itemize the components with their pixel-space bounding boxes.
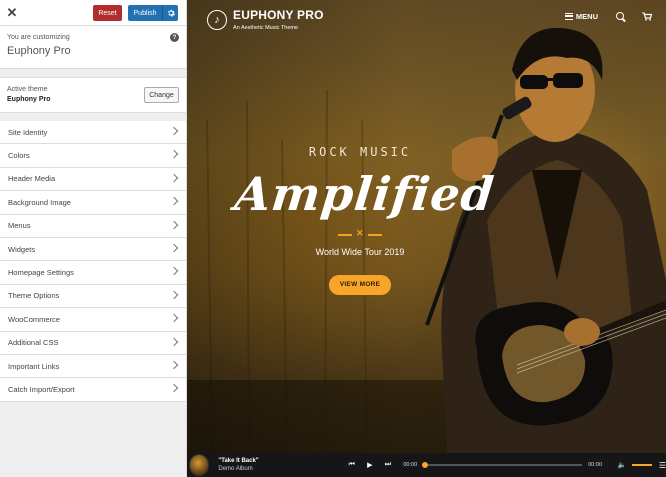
publish-group: Publish xyxy=(128,5,178,21)
chevron-right-icon xyxy=(169,337,179,346)
section-menus[interactable]: Menus xyxy=(0,215,186,238)
section-site-identity[interactable]: Site Identity xyxy=(0,121,186,145)
site-name: Euphony Pro xyxy=(7,45,71,57)
music-note-icon: ♪ xyxy=(207,9,227,30)
menu-label: MENU xyxy=(575,12,598,21)
play-icon[interactable]: ▶ xyxy=(364,461,375,469)
chevron-right-icon xyxy=(169,220,179,229)
section-background-image[interactable]: Background Image xyxy=(0,191,186,215)
reset-button[interactable]: Reset xyxy=(93,5,122,21)
track-title: "Take It Back" xyxy=(218,458,259,464)
section-label: Theme Options xyxy=(8,291,60,301)
track-album: Demo Album xyxy=(218,466,253,472)
section-colors[interactable]: Colors xyxy=(0,144,186,168)
help-icon[interactable]: ? xyxy=(170,33,179,42)
current-time: 00:00 xyxy=(403,462,418,468)
spacer xyxy=(0,113,186,121)
section-label: Widgets xyxy=(8,244,36,254)
section-header-media[interactable]: Header Media xyxy=(0,168,186,192)
section-label: Menus xyxy=(8,221,31,231)
track-info: "Take It Back" Demo Album xyxy=(218,458,310,472)
section-label: Site Identity xyxy=(8,127,48,137)
section-label: Catch Import/Export xyxy=(8,384,75,394)
volume-slider[interactable] xyxy=(631,464,652,466)
section-catch-import-export[interactable]: Catch Import/Export xyxy=(0,378,186,402)
menu-toggle-button[interactable]: MENU xyxy=(564,12,598,21)
chevron-right-icon xyxy=(169,196,179,206)
app: ✕ Reset Publish You are customizing Euph… xyxy=(0,0,666,477)
section-label: Background Image xyxy=(8,197,71,207)
chevron-right-icon xyxy=(169,150,179,159)
chevron-right-icon xyxy=(169,290,179,299)
section-label: Homepage Settings xyxy=(8,268,74,278)
hero-title: Amplified xyxy=(232,167,498,221)
section-label: Header Media xyxy=(8,174,56,184)
active-theme-panel: Active theme Euphony Pro Change xyxy=(0,77,186,113)
chevron-right-icon xyxy=(169,384,179,393)
playlist-icon[interactable]: ☰ xyxy=(659,461,666,470)
duration: 00:00 xyxy=(588,462,602,468)
view-more-button[interactable]: VIEW MORE xyxy=(329,275,391,295)
header-nav: MENU xyxy=(564,12,652,21)
volume-icon[interactable]: 🔈 xyxy=(618,461,627,469)
section-important-links[interactable]: Important Links xyxy=(0,355,186,379)
progress-bar[interactable] xyxy=(422,462,583,468)
section-woocommerce[interactable]: WooCommerce xyxy=(0,308,186,332)
close-icon[interactable]: ✕ xyxy=(0,0,24,26)
chevron-right-icon xyxy=(169,267,179,276)
customizing-label: You are customizing xyxy=(7,34,70,41)
chevron-right-icon xyxy=(169,313,179,323)
section-label: Additional CSS xyxy=(8,338,59,348)
chevron-right-icon xyxy=(169,243,179,253)
customizer-sections: Site Identity Colors Header Media Backgr… xyxy=(0,121,186,402)
section-additional-css[interactable]: Additional CSS xyxy=(0,332,186,355)
hero-subtitle: World Wide Tour 2019 xyxy=(315,247,405,257)
site-title[interactable]: EUPHONY PRO xyxy=(233,8,324,22)
search-icon[interactable] xyxy=(616,12,625,21)
section-label: Important Links xyxy=(8,361,60,371)
progress-knob[interactable] xyxy=(422,462,429,468)
section-label: Colors xyxy=(8,151,30,161)
hero-divider: ✕ xyxy=(338,228,382,239)
publish-button[interactable]: Publish xyxy=(128,5,162,21)
section-theme-options[interactable]: Theme Options xyxy=(0,285,186,309)
customizing-info: You are customizing Euphony Pro ? xyxy=(0,26,186,69)
site-logo[interactable]: ♪ EUPHONY PRO An Aesthetic Music Theme xyxy=(207,8,324,31)
section-homepage-settings[interactable]: Homepage Settings xyxy=(0,261,186,285)
next-icon[interactable]: ⏭ xyxy=(382,461,393,469)
site-preview: ♪ EUPHONY PRO An Aesthetic Music Theme M… xyxy=(187,0,666,477)
publish-settings-gear-icon[interactable] xyxy=(162,5,178,21)
customizer-header: ✕ Reset Publish xyxy=(0,0,186,26)
chevron-right-icon xyxy=(169,360,179,370)
customizer-sidebar: ✕ Reset Publish You are customizing Euph… xyxy=(0,0,187,477)
section-widgets[interactable]: Widgets xyxy=(0,238,186,262)
previous-icon[interactable]: ⏮ xyxy=(346,461,357,469)
audio-player: "Take It Back" Demo Album ⏮ ▶ ⏭ 00:00 00… xyxy=(187,453,666,477)
hero-kicker: ROCK MUSIC xyxy=(308,145,412,159)
site-tagline: An Aesthetic Music Theme xyxy=(233,25,299,31)
change-theme-button[interactable]: Change xyxy=(144,87,179,103)
chevron-right-icon xyxy=(169,126,179,136)
cart-icon[interactable] xyxy=(642,12,652,21)
spacer xyxy=(0,69,186,77)
chevron-right-icon xyxy=(169,173,179,183)
cross-icon: ✕ xyxy=(356,228,364,238)
album-cover xyxy=(189,454,210,476)
hero-content: ROCK MUSIC Amplified ✕ World Wide Tour 2… xyxy=(232,145,498,295)
hamburger-icon xyxy=(564,13,573,20)
section-label: WooCommerce xyxy=(8,314,60,324)
